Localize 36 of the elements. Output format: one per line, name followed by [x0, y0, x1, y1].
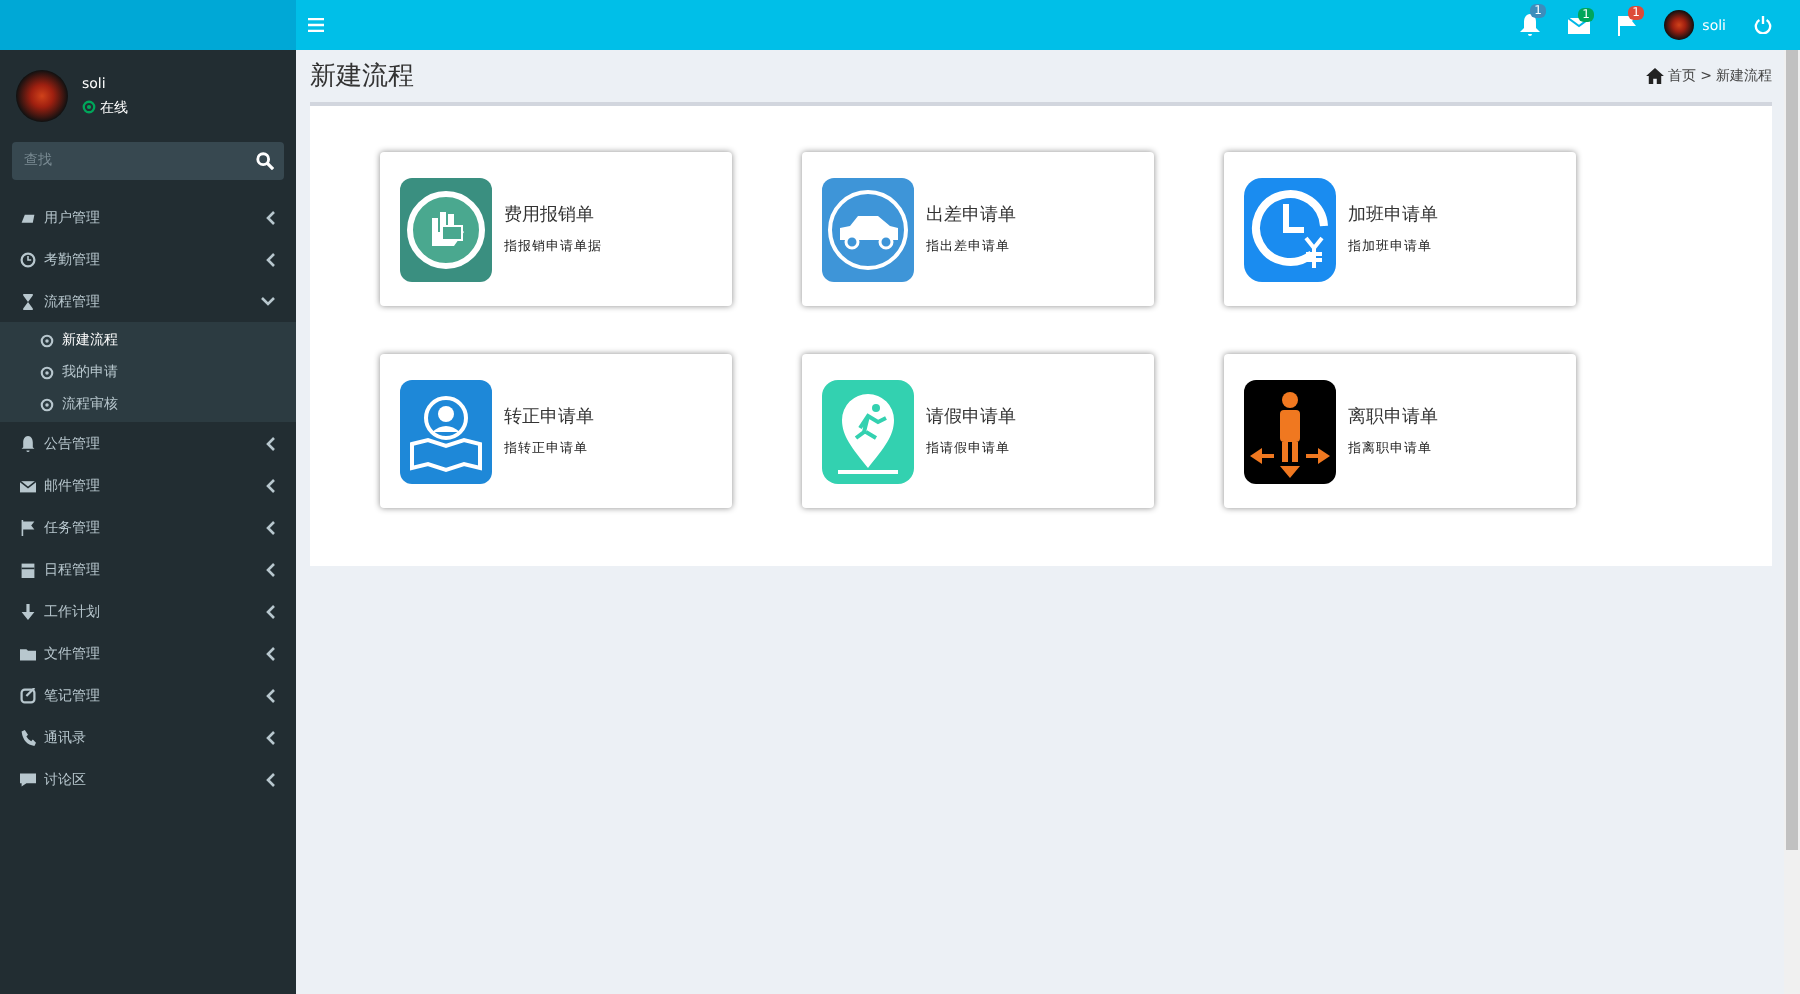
scrollbar[interactable] — [1784, 50, 1800, 994]
card-title: 费用报销单 — [504, 203, 596, 228]
hourglass-icon — [20, 293, 36, 309]
clock-yen-icon — [1244, 177, 1336, 281]
envelope-icon[interactable] — [1568, 17, 1591, 33]
car-icon — [822, 177, 914, 281]
circle-icon — [40, 397, 54, 411]
power-icon[interactable] — [1754, 16, 1772, 34]
avatar[interactable] — [1664, 10, 1695, 40]
circle-icon — [40, 333, 54, 347]
arrow-icon — [20, 603, 36, 619]
calendar-icon — [20, 561, 36, 577]
card-title: 请假申请单 — [926, 405, 1016, 430]
note-icon — [20, 687, 36, 703]
card-title: 离职申请单 — [1348, 405, 1438, 430]
bell-icon — [20, 435, 36, 451]
home-icon — [1646, 68, 1665, 84]
card-title: 出差申请单 — [926, 203, 1016, 228]
person-arrows-icon — [1244, 379, 1336, 483]
folder-icon — [20, 645, 36, 661]
avatar — [16, 70, 68, 122]
chat-bubble-icon — [20, 771, 36, 787]
person-map-icon — [400, 379, 492, 483]
running-pin-icon — [822, 379, 914, 483]
flag-icon — [20, 519, 36, 535]
envelope-icon — [20, 477, 36, 493]
hand-money-icon — [400, 177, 492, 281]
card-title: 转正申请单 — [504, 405, 594, 430]
clock-icon — [20, 251, 36, 267]
page-title: 新建流程 — [310, 60, 414, 94]
bell-icon[interactable] — [1520, 14, 1541, 36]
menu-icon[interactable] — [308, 18, 324, 32]
search-icon[interactable] — [256, 152, 274, 170]
circle-icon — [40, 365, 54, 379]
phone-icon — [20, 729, 36, 745]
card-title: 加班申请单 — [1348, 203, 1438, 228]
